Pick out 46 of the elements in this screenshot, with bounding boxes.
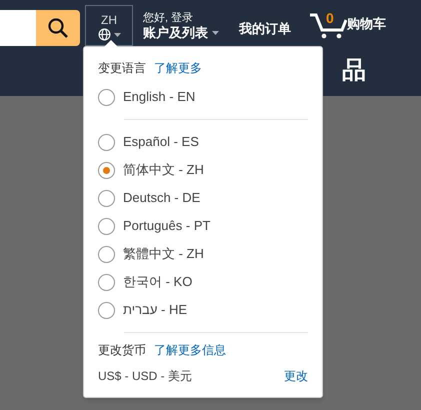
change-currency-link[interactable]: 更改 [284,367,308,385]
language-code: ZH [101,13,117,27]
page-heading: 品 [342,56,366,86]
cart-icon [309,11,347,39]
language-label: Español - ES [123,133,199,152]
language-option[interactable]: Português - PT [98,212,308,240]
radio-button[interactable] [98,218,115,234]
learn-more-link[interactable]: 了解更多 [154,59,202,77]
language-label: 繁體中文 - ZH [123,245,204,264]
language-label: Português - PT [123,217,210,236]
cart-count: 0 [326,9,334,28]
language-option[interactable]: English - EN [98,83,308,111]
menu-title: 变更语言 [98,60,146,77]
language-option[interactable]: Español - ES [98,128,308,156]
radio-button[interactable] [98,274,115,290]
language-label: 한국어 - KO [123,273,192,292]
language-label: עברית - HE [123,301,188,320]
search-icon [47,17,69,39]
search-button[interactable] [36,10,80,46]
language-option[interactable]: 繁體中文 - ZH [98,240,308,268]
caret-icon [212,30,219,34]
currency-title: 更改货币 [98,342,146,359]
cart-button[interactable]: 0 购物车 [309,11,386,39]
language-option[interactable]: עברית - HE [98,296,308,324]
language-selector[interactable]: ZH [85,5,133,46]
radio-button[interactable] [98,162,115,178]
language-option[interactable]: Deutsch - DE [98,184,308,212]
account-menu[interactable]: 账户及列表 [143,24,219,40]
language-option[interactable]: 简体中文 - ZH [98,156,308,184]
radio-button[interactable] [98,302,115,318]
currency-value: US$ - USD - 美元 [98,368,192,385]
radio-button[interactable] [98,134,115,150]
language-option[interactable]: 한국어 - KO [98,268,308,296]
cart-label: 购物车 [347,14,386,32]
radio-button[interactable] [98,246,115,262]
globe-icon [98,28,110,41]
radio-button[interactable] [98,88,115,106]
radio-button[interactable] [98,190,115,206]
language-label: English - EN [123,88,196,106]
search-field[interactable] [0,10,36,46]
language-label: 简体中文 - ZH [123,161,204,180]
orders-link[interactable]: 我的订单 [239,19,291,39]
language-label: Deutsch - DE [123,189,200,208]
caret-icon [114,32,120,36]
currency-learn-more-link[interactable]: 了解更多信息 [154,341,226,359]
greeting-text: 您好, 登录 [143,12,194,24]
